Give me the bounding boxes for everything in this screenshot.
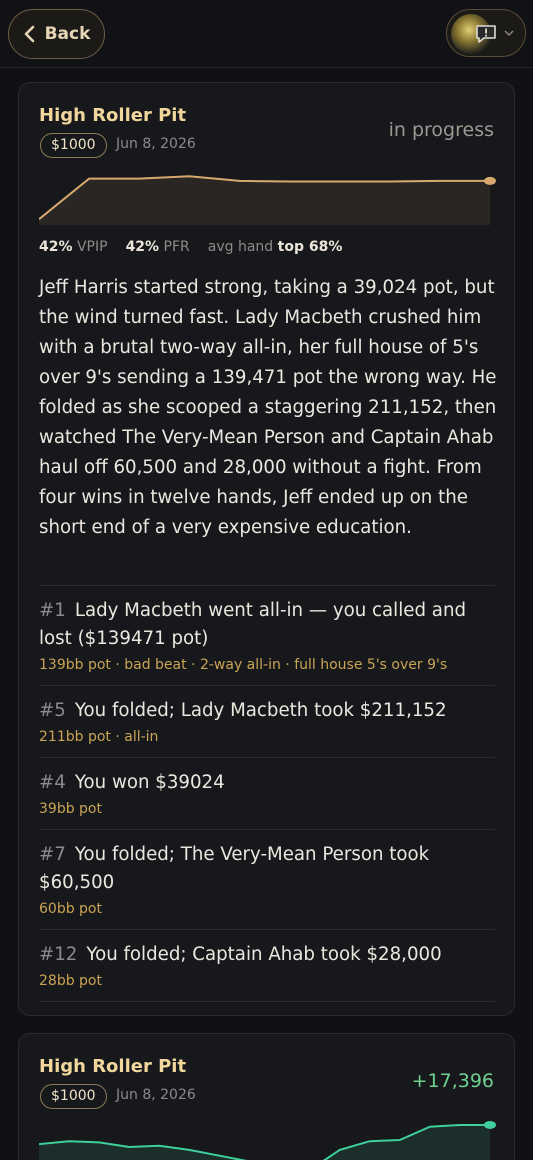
hand-text: You folded; Captain Ahab took $28,000 <box>86 944 442 965</box>
vpip-stat: 42% VPIP <box>39 239 108 255</box>
chevron-down-icon <box>504 30 514 37</box>
avg-hand-stat: avg hand top 68% <box>207 239 343 255</box>
session-title: High Roller Pit <box>39 1056 187 1077</box>
profile-menu-button[interactable] <box>446 9 526 57</box>
hand-meta: 211bb pot · all-in <box>39 729 159 745</box>
hand-list: #1 Lady Macbeth went all-in — you called … <box>39 585 495 1002</box>
hand-item[interactable]: #5 You folded; Lady Macbeth took $211,152… <box>39 685 495 757</box>
session-date: Jun 8, 2026 <box>116 1087 196 1103</box>
session-card[interactable]: High Roller Pit $1000 Jun 8, 2026 +17,39… <box>18 1033 515 1160</box>
hand-meta: 139bb pot · bad beat · 2-way all-in · fu… <box>39 657 448 673</box>
hand-number: #12 <box>39 944 78 965</box>
top-bar: Back <box>0 0 533 68</box>
back-button[interactable]: Back <box>8 9 105 59</box>
back-label: Back <box>44 24 91 44</box>
stack-sparkline <box>39 175 496 225</box>
sparkline-area <box>39 176 490 225</box>
hand-meta: 60bb pot <box>39 901 102 917</box>
hand-number: #4 <box>39 772 66 793</box>
session-summary: Jeff Harris started strong, taking a 39,… <box>39 277 497 538</box>
session-title: High Roller Pit <box>39 105 187 126</box>
hand-number: #7 <box>39 844 66 865</box>
stack-sparkline <box>39 1120 496 1160</box>
hand-number: #5 <box>39 700 66 721</box>
session-card[interactable]: High Roller Pit $1000 Jun 8, 2026 in pro… <box>18 82 515 1016</box>
session-status: in progress <box>388 119 494 141</box>
sparkline-end-dot <box>484 1120 496 1129</box>
hand-text: Lady Macbeth went all-in — you called an… <box>39 600 467 649</box>
hand-text: You won $39024 <box>74 772 225 793</box>
hand-meta: 28bb pot <box>39 973 102 989</box>
hand-number: #1 <box>39 600 66 621</box>
hand-text: You folded; Lady Macbeth took $211,152 <box>74 700 447 721</box>
chevron-left-icon <box>24 25 34 43</box>
hand-item[interactable]: #7 You folded; The Very-Mean Person took … <box>39 829 495 929</box>
session-stats: 42% VPIP 42% PFR avg hand top 68% <box>39 239 342 255</box>
report-flag-icon <box>476 25 496 43</box>
hand-item[interactable]: #1 Lady Macbeth went all-in — you called … <box>39 585 495 685</box>
sparkline-end-dot <box>484 176 496 185</box>
hand-meta: 39bb pot <box>39 801 102 817</box>
stake-badge: $1000 <box>40 133 107 158</box>
session-date: Jun 8, 2026 <box>116 136 196 152</box>
hand-text: You folded; The Very-Mean Person took $6… <box>39 844 430 893</box>
pfr-stat: 42% PFR <box>125 239 190 255</box>
session-result: +17,396 <box>411 1070 494 1092</box>
hand-item[interactable]: #4 You won $39024 39bb pot <box>39 757 495 829</box>
hand-item[interactable]: #12 You folded; Captain Ahab took $28,000… <box>39 929 495 1002</box>
stake-badge: $1000 <box>40 1084 107 1109</box>
